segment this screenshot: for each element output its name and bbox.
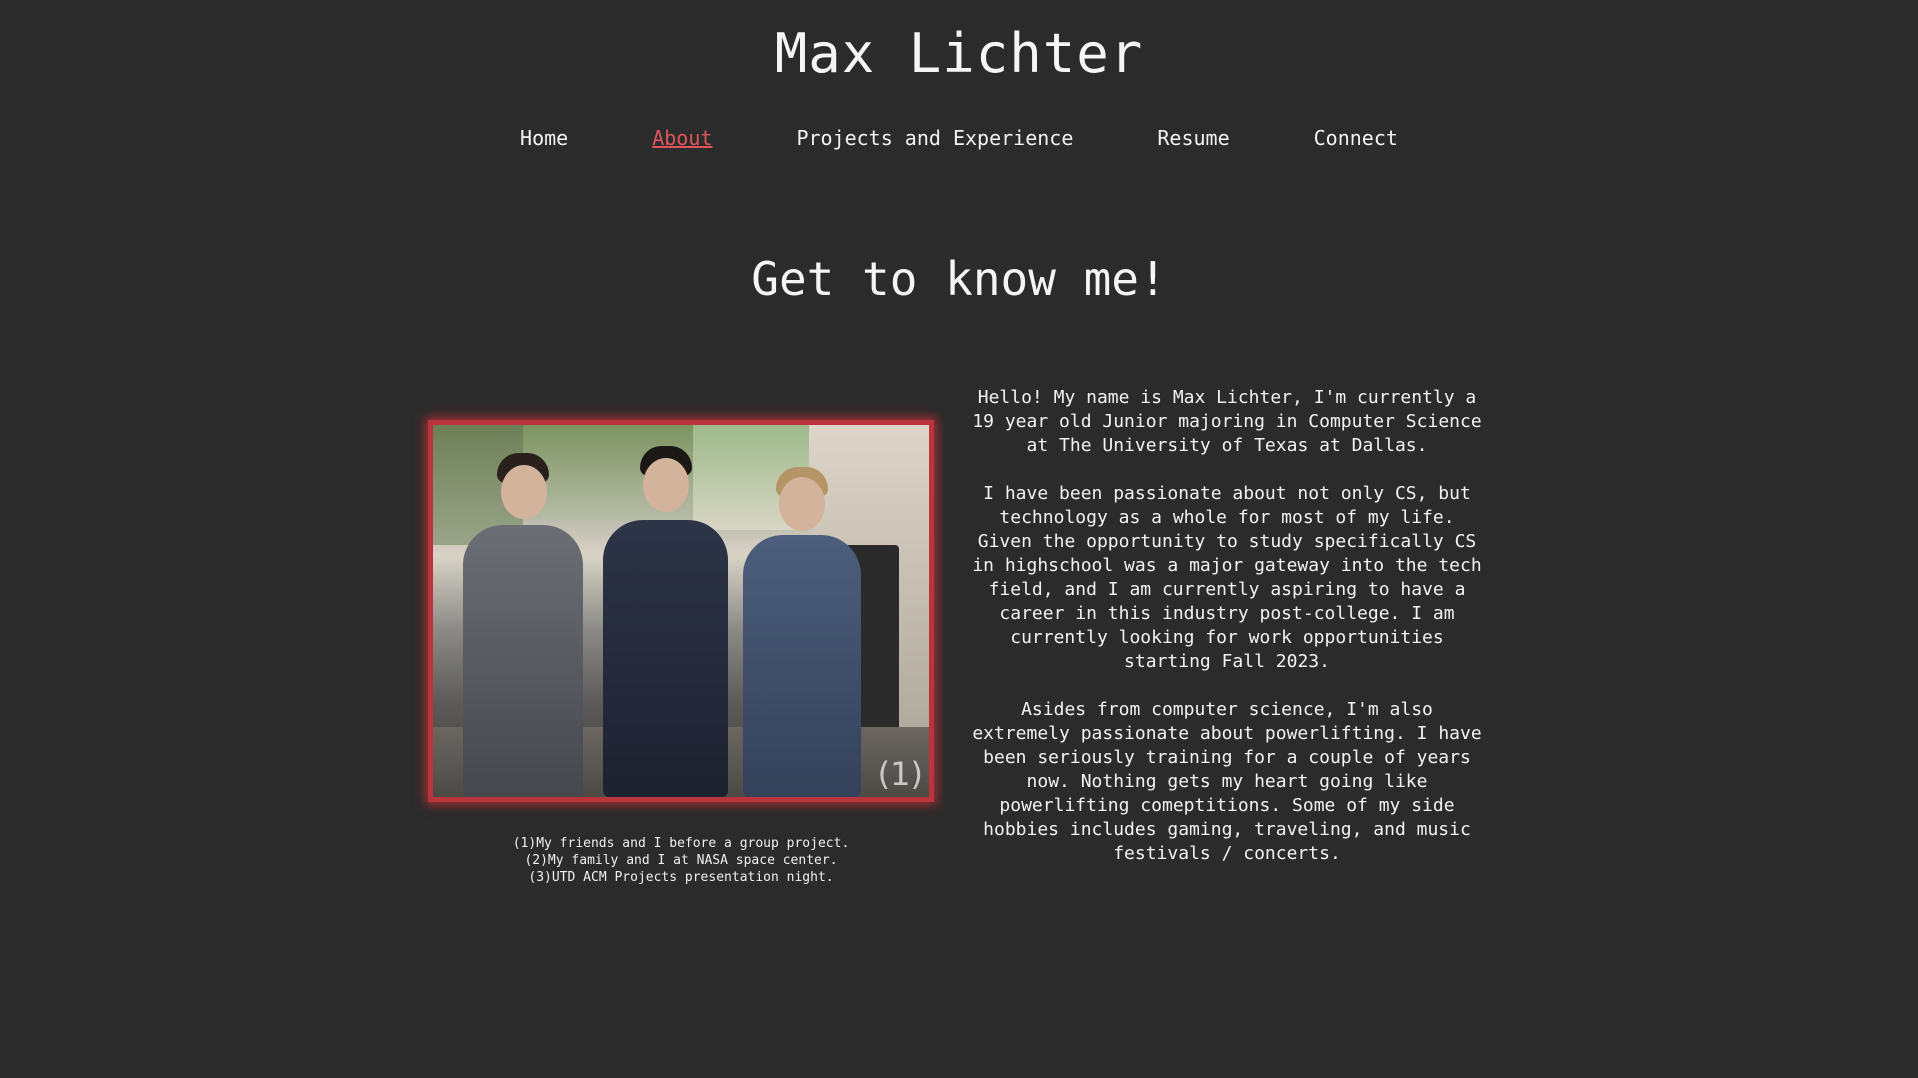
slide-number: (1) [877,755,923,793]
person-figure [463,453,583,797]
nav-projects-and-experience[interactable]: Projects and Experience [796,126,1073,150]
page-heading: Get to know me! [751,252,1167,306]
main-nav: Home About Projects and Experience Resum… [0,126,1918,150]
photo-slideshow[interactable]: (1) [428,420,934,802]
person-figure [743,467,861,797]
nav-resume[interactable]: Resume [1157,126,1229,150]
bio-paragraph: Hello! My name is Max Lichter, I'm curre… [972,387,1482,456]
nav-connect[interactable]: Connect [1314,126,1398,150]
site-title: Max Lichter [774,22,1144,85]
photo-captions: (1)My friends and I before a group proje… [428,835,934,886]
nav-home[interactable]: Home [520,126,568,150]
nav-about[interactable]: About [652,126,712,150]
person-figure [603,446,728,797]
caption-line: (1)My friends and I before a group proje… [512,836,850,851]
group-photo: (1) [433,425,929,797]
caption-line: (3)UTD ACM Projects presentation night. [528,870,834,885]
bio-text: Hello! My name is Max Lichter, I'm curre… [970,386,1484,890]
caption-line: (2)My family and I at NASA space center. [524,853,838,868]
bio-paragraph: I have been passionate about not only CS… [972,483,1482,672]
bio-paragraph: Asides from computer science, I'm also e… [972,699,1482,864]
